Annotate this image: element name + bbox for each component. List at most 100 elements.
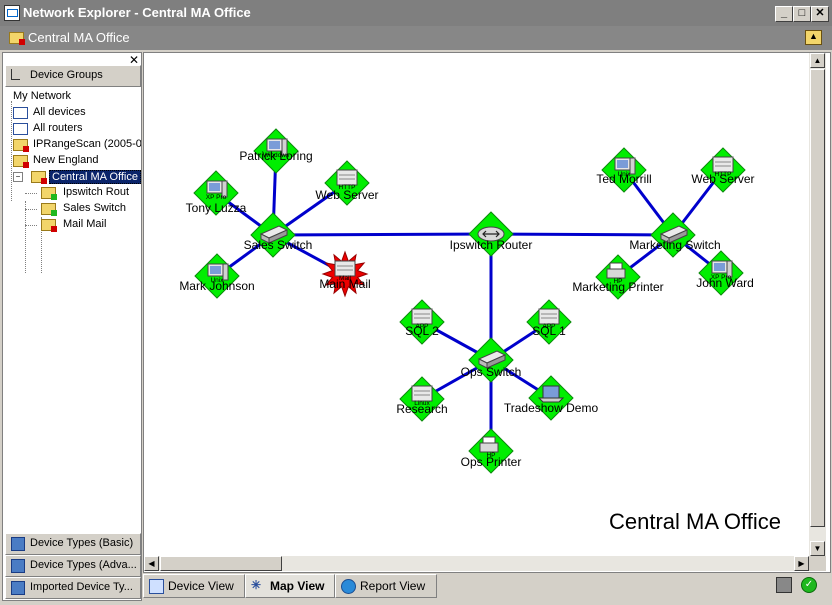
folder-icon bbox=[13, 139, 29, 152]
scroll-corner bbox=[809, 556, 826, 571]
imported-device-types-tab[interactable]: Imported Device Ty... bbox=[5, 577, 141, 599]
server-icon bbox=[411, 385, 433, 402]
node-tradeshow[interactable]: Tradeshow Demo bbox=[504, 375, 599, 421]
monitor-screen bbox=[269, 141, 280, 149]
device-group-tree: My Network All devices All routers IPRan… bbox=[3, 89, 141, 519]
node-john[interactable]: XP ProJohn Ward bbox=[696, 250, 754, 296]
close-button[interactable]: ✕ bbox=[811, 6, 829, 22]
folder-icon bbox=[41, 219, 57, 232]
node-tony[interactable]: XP ProTony Luzza bbox=[186, 170, 247, 216]
map-vertical-scrollbar[interactable]: ▲ ▼ bbox=[809, 53, 826, 557]
node-label: Main Mail bbox=[319, 277, 370, 291]
monitor-screen bbox=[714, 263, 725, 271]
scroll-right-icon[interactable]: ▶ bbox=[794, 556, 809, 571]
printer-icon bbox=[479, 442, 499, 453]
view-tabs-bar: Device View ✳ Map View Report View ✓ bbox=[143, 573, 832, 599]
monitor-icon bbox=[11, 537, 25, 551]
node-web-left[interactable]: HTTPWeb Server bbox=[315, 160, 379, 206]
network-explorer-icon bbox=[4, 5, 20, 21]
tab-report-view[interactable]: Report View bbox=[335, 574, 437, 598]
tree-item-label: IPRangeScan (2005-0 bbox=[33, 138, 141, 150]
map-horizontal-scrollbar[interactable]: ◀ ▶ bbox=[144, 556, 809, 571]
network-link bbox=[272, 232, 492, 237]
server-icon bbox=[538, 308, 560, 325]
location-header: Central MA Office ▲ bbox=[0, 26, 832, 50]
scroll-thumb[interactable] bbox=[810, 69, 825, 527]
maximize-button[interactable]: □ bbox=[793, 6, 811, 22]
node-label: Patrick Loring bbox=[239, 149, 312, 163]
node-patrick[interactable]: WindowsPatrick Loring bbox=[239, 128, 313, 174]
server-icon bbox=[411, 308, 433, 325]
node-sql2[interactable]: APPSQL 2 bbox=[399, 299, 445, 345]
node-research[interactable]: LinuxResearch bbox=[396, 376, 448, 422]
device-types-basic-tab[interactable]: Device Types (Basic) bbox=[5, 533, 141, 555]
tree-item-label: Sales Switch bbox=[63, 202, 126, 214]
map-view-icon: ✳ bbox=[251, 578, 262, 592]
os-badge: XP Pro bbox=[206, 194, 227, 201]
tab-device-view[interactable]: Device View bbox=[143, 574, 245, 598]
scroll-up-icon[interactable]: ▲ bbox=[810, 53, 825, 68]
node-label: SQL 2 bbox=[405, 324, 439, 338]
minimize-button[interactable]: _ bbox=[775, 6, 793, 22]
tree-item-label: All devices bbox=[33, 106, 86, 118]
node-label: Ops Printer bbox=[461, 455, 522, 469]
folder-icon bbox=[41, 187, 57, 200]
monitor-screen bbox=[210, 266, 221, 274]
device-view-icon bbox=[149, 579, 164, 594]
tree-item-label: All routers bbox=[33, 122, 83, 134]
tower-icon bbox=[222, 263, 229, 281]
tab-label: Device View bbox=[168, 579, 234, 593]
monitor-screen bbox=[209, 183, 220, 191]
window-title-bar: Network Explorer - Central MA Office _ □… bbox=[0, 0, 832, 26]
node-mkt-printer[interactable]: HPMarketing Printer bbox=[572, 254, 664, 300]
tree-item-label: Mail Mail bbox=[63, 218, 107, 230]
node-label: Marketing Switch bbox=[629, 238, 720, 252]
node-sql1[interactable]: APPSQL 1 bbox=[526, 299, 572, 345]
node-main-mail[interactable]: MailMain Mail bbox=[319, 250, 371, 298]
node-label: SQL 1 bbox=[532, 324, 566, 338]
printer-paper bbox=[609, 262, 623, 270]
left-panel: ✕ Device Groups My Network All devices A… bbox=[2, 52, 142, 601]
node-label: Ted Morrill bbox=[596, 172, 651, 186]
status-ok-icon: ✓ bbox=[801, 577, 817, 593]
tree-item-label: Central MA Office bbox=[49, 170, 141, 184]
tab-map-view[interactable]: ✳ Map View bbox=[245, 574, 335, 598]
tab-label: Device Types (Basic) bbox=[30, 537, 134, 549]
tree-item-central-ma-office[interactable]: − Central MA Office bbox=[11, 169, 141, 185]
collapse-icon[interactable]: − bbox=[13, 172, 23, 182]
network-map[interactable]: Sales Switch Windows Patrick Loring XP Pro T… bbox=[143, 52, 831, 573]
node-label: Mark Johnson bbox=[179, 279, 254, 293]
server-icon bbox=[334, 260, 356, 277]
scroll-down-icon[interactable]: ▼ bbox=[810, 541, 825, 556]
device-groups-tab[interactable]: Device Groups bbox=[5, 65, 141, 87]
node-label: Web Server bbox=[315, 188, 378, 202]
map-caption: Central MA Office bbox=[609, 509, 781, 534]
laptop-icon bbox=[542, 385, 560, 399]
printer-paper bbox=[482, 436, 496, 444]
server-icon bbox=[712, 156, 734, 173]
tree-item-label: New England bbox=[33, 154, 99, 166]
scroll-left-icon[interactable]: ◀ bbox=[144, 556, 159, 571]
scroll-thumb[interactable] bbox=[160, 556, 282, 571]
network-map-canvas[interactable]: Sales SwitchWindowsPatrick LoringXP ProT… bbox=[144, 53, 808, 556]
tree-item-label: Ipswitch Rout bbox=[63, 186, 130, 198]
location-title: Central MA Office bbox=[28, 30, 130, 45]
node-label: John Ward bbox=[696, 276, 754, 290]
tab-label: Imported Device Ty... bbox=[30, 581, 133, 593]
tree-item-label: My Network bbox=[13, 90, 72, 102]
server-icon bbox=[336, 169, 358, 186]
node-ted[interactable]: UnixTed Morrill bbox=[596, 147, 652, 193]
node-label: Sales Switch bbox=[244, 238, 313, 252]
folder-icon bbox=[13, 123, 28, 135]
up-level-button[interactable]: ▲ bbox=[805, 30, 822, 45]
node-ops-printer[interactable]: HPOps Printer bbox=[461, 428, 522, 474]
report-view-icon bbox=[341, 579, 356, 594]
device-types-advanced-tab[interactable]: Device Types (Adva... bbox=[5, 555, 141, 577]
group-folder-icon bbox=[9, 32, 25, 45]
recycle-bin-icon[interactable] bbox=[776, 577, 792, 593]
tab-label: Map View bbox=[270, 579, 325, 593]
node-mark[interactable]: UnixMark Johnson bbox=[179, 253, 255, 299]
node-web-right[interactable]: HTTPWeb Server bbox=[691, 147, 755, 193]
folder-icon bbox=[31, 171, 47, 184]
tree-icon bbox=[11, 69, 20, 80]
